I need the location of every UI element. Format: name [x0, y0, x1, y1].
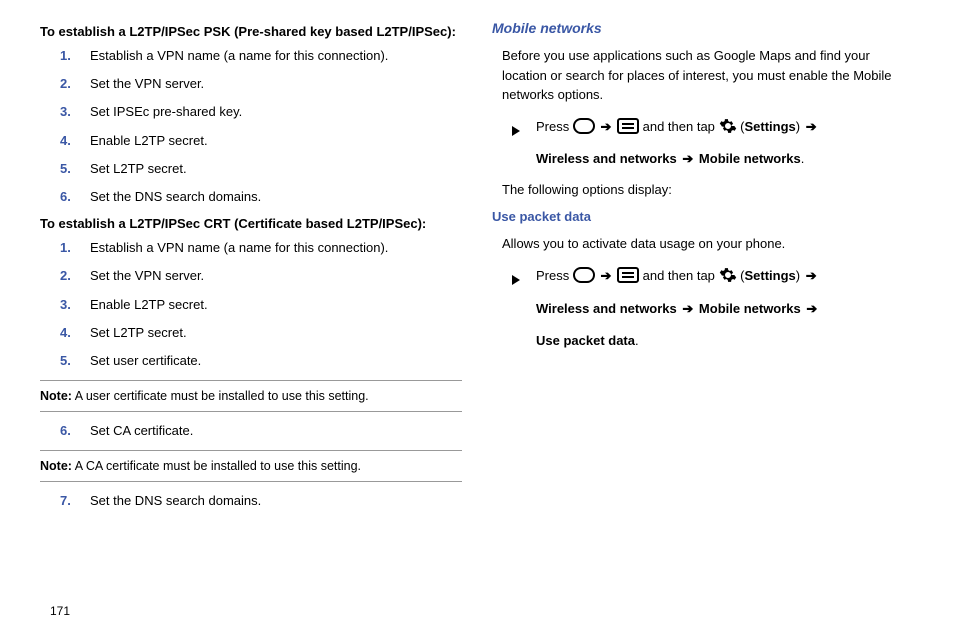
note-text: A CA certificate must be installed to us… — [72, 459, 361, 473]
step-text: Set CA certificate. — [90, 423, 193, 438]
left-column: To establish a L2TP/IPSec PSK (Pre-share… — [40, 20, 462, 520]
step-text: Establish a VPN name (a name for this co… — [90, 48, 388, 63]
step-text: Set L2TP secret. — [90, 161, 187, 176]
home-button-icon — [573, 118, 595, 134]
allows-text: Allows you to activate data usage on you… — [502, 234, 914, 254]
note-user-cert: Note: A user certificate must be install… — [40, 380, 462, 412]
nav-step-use-packet-data: Press ➔ and then tap (Settings) ➔ — [516, 264, 914, 289]
mobile-networks-label: Mobile networks — [699, 151, 801, 166]
crt-steps-a: 1.Establish a VPN name (a name for this … — [70, 239, 462, 370]
nav-step-mobile-networks: Press ➔ and then tap (Settings) ➔ — [516, 115, 914, 140]
arrow-icon: ➔ — [806, 301, 817, 316]
arrow-icon: ➔ — [600, 268, 611, 283]
gear-icon — [719, 117, 737, 135]
settings-label: Settings — [744, 268, 795, 283]
step-text: Enable L2TP secret. — [90, 297, 208, 312]
note-label: Note: — [40, 459, 72, 473]
gear-icon — [719, 266, 737, 284]
arrow-icon: ➔ — [806, 268, 817, 283]
heading-use-packet-data: Use packet data — [492, 209, 914, 224]
use-packet-data-label: Use packet data — [536, 333, 635, 348]
nav-path: Wireless and networks ➔ Mobile networks. — [536, 147, 914, 172]
right-column: Mobile networks Before you use applicati… — [492, 20, 914, 520]
wireless-and-networks: Wireless and networks — [536, 151, 677, 166]
step-text: Enable L2TP secret. — [90, 133, 208, 148]
note-label: Note: — [40, 389, 72, 403]
arrow-icon: ➔ — [600, 119, 611, 134]
mobile-networks-label: Mobile networks — [699, 301, 801, 316]
nav-path-2: Wireless and networks ➔ Mobile networks … — [536, 297, 914, 322]
page-number: 171 — [50, 604, 70, 618]
home-button-icon — [573, 267, 595, 283]
step-text: Set the DNS search domains. — [90, 493, 261, 508]
step-text: Set L2TP secret. — [90, 325, 187, 340]
step-text: Set the VPN server. — [90, 76, 204, 91]
note-text: A user certificate must be installed to … — [72, 389, 369, 403]
step-text: Set the DNS search domains. — [90, 189, 261, 204]
wireless-and-networks: Wireless and networks — [536, 301, 677, 316]
heading-crt: To establish a L2TP/IPSec CRT (Certifica… — [40, 216, 462, 231]
settings-label: Settings — [744, 119, 795, 134]
arrow-icon: ➔ — [682, 151, 693, 166]
crt-step6: 6.Set CA certificate. — [70, 422, 462, 440]
step-text: Set the VPN server. — [90, 268, 204, 283]
note-ca-cert: Note: A CA certificate must be installed… — [40, 450, 462, 482]
heading-mobile-networks: Mobile networks — [492, 20, 914, 36]
step-text: Set IPSEc pre-shared key. — [90, 104, 242, 119]
heading-psk: To establish a L2TP/IPSec PSK (Pre-share… — [40, 24, 462, 39]
crt-step7: 7.Set the DNS search domains. — [70, 492, 462, 510]
press-label: Press — [536, 119, 573, 134]
step-text: Establish a VPN name (a name for this co… — [90, 240, 388, 255]
arrow-icon: ➔ — [682, 301, 693, 316]
arrow-icon: ➔ — [806, 119, 817, 134]
and-then-tap: and then tap — [643, 268, 719, 283]
nav-path-3: Use packet data. — [536, 329, 914, 354]
and-then-tap: and then tap — [643, 119, 719, 134]
intro-text: Before you use applications such as Goog… — [502, 46, 914, 105]
following-options: The following options display: — [502, 180, 914, 200]
menu-button-icon — [617, 118, 639, 134]
triangle-bullet-icon — [512, 120, 520, 145]
press-label: Press — [536, 268, 573, 283]
menu-button-icon — [617, 267, 639, 283]
step-text: Set user certificate. — [90, 353, 201, 368]
triangle-bullet-icon — [512, 269, 520, 294]
psk-steps: 1.Establish a VPN name (a name for this … — [70, 47, 462, 206]
